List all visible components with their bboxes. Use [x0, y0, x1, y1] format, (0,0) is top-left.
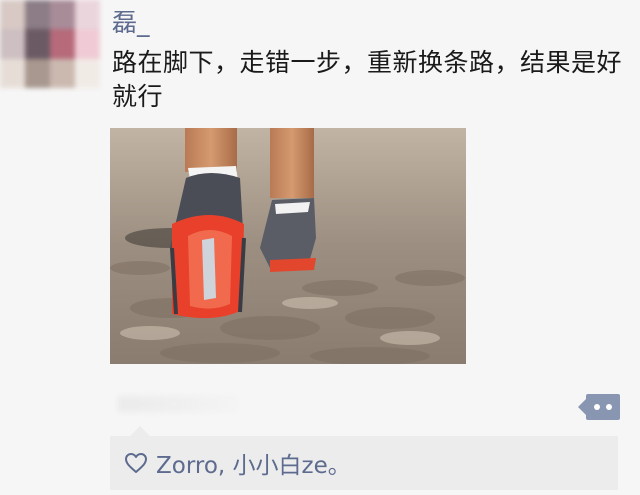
post-time-placeholder	[118, 396, 238, 412]
action-button-tip	[578, 399, 586, 415]
dot	[606, 404, 612, 410]
likes-names[interactable]: Zorro, 小小白ze。	[156, 446, 351, 480]
avatar[interactable]	[0, 0, 100, 88]
dot	[594, 404, 600, 410]
author-name[interactable]: 磊_	[112, 8, 150, 38]
post-photo[interactable]	[110, 128, 466, 364]
likes-pointer	[130, 426, 150, 436]
comment-like-button[interactable]	[578, 394, 620, 420]
post-text: 路在脚下，走错一步，重新换条路，结果是好就行	[112, 48, 623, 111]
more-dots-icon	[586, 394, 620, 420]
heart-icon	[125, 453, 147, 473]
running-shoes-illustration	[110, 128, 466, 364]
likes-panel: Zorro, 小小白ze。	[110, 436, 618, 490]
